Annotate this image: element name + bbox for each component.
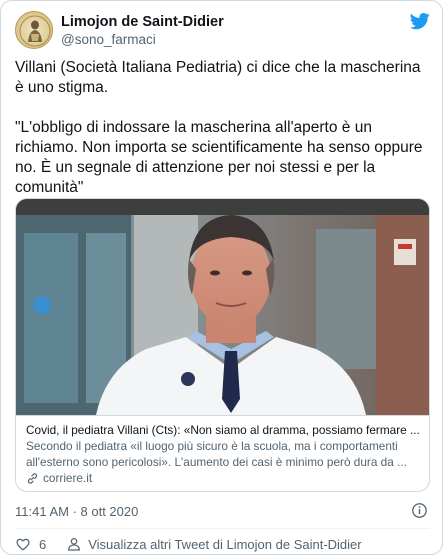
link-icon [27, 472, 38, 484]
person-icon [68, 538, 81, 551]
like-count[interactable]: 6 [39, 537, 46, 552]
user-name[interactable]: Limojon de Saint-Didier [61, 14, 224, 30]
link-preview-meta: Covid, il pediatra Villani (Cts): «Non s… [16, 415, 429, 491]
twitter-bird-icon[interactable] [409, 11, 431, 31]
article-photo [16, 199, 429, 415]
link-title[interactable]: Covid, il pediatra Villani (Cts): «Non s… [26, 422, 421, 438]
avatar[interactable] [15, 11, 53, 49]
more-tweets-link[interactable]: Visualizza altri Tweet di Limojon de Sai… [88, 537, 361, 552]
tweet-timestamp[interactable]: 11:41 AM · 8 ott 2020 [15, 504, 138, 519]
info-icon[interactable] [411, 502, 428, 519]
tweet-text: Villani (Società Italiana Pediatria) ci … [15, 59, 423, 196]
link-domain[interactable]: corriere.it [26, 470, 421, 486]
tweet-header: Limojon de Saint-Didier @sono_farmaci [15, 11, 431, 51]
tweet-footer: 6 Visualizza altri Tweet di Limojon de S… [15, 535, 431, 553]
divider [15, 528, 430, 529]
heart-icon[interactable] [15, 536, 31, 552]
user-handle[interactable]: @sono_farmaci [61, 32, 156, 47]
link-description: Secondo il pediatra «il luogo più sicuro… [26, 439, 407, 469]
link-domain-text: corriere.it [43, 471, 93, 485]
link-preview-card[interactable]: Covid, il pediatra Villani (Cts): «Non s… [15, 198, 430, 492]
tweet-embed-card: Limojon de Saint-Didier @sono_farmaci Vi… [0, 0, 443, 555]
